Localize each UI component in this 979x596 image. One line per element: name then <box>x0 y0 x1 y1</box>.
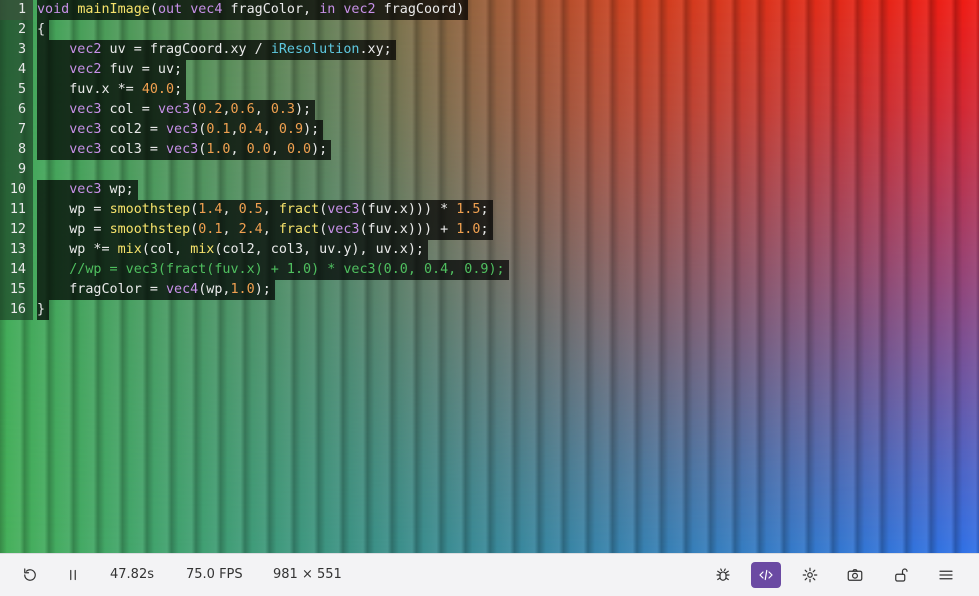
pause-button[interactable] <box>58 562 88 588</box>
line-code: vec3 col = vec3(0.2,0.6, 0.3); <box>37 100 316 120</box>
line-number: 16 <box>9 302 26 317</box>
screenshot-button[interactable] <box>840 562 870 588</box>
line-number: 13 <box>9 242 26 257</box>
line-code: vec2 uv = fragCoord.xy / iResolution.xy; <box>37 40 396 60</box>
line-number: 1 <box>17 2 26 17</box>
line-number: 4 <box>17 62 26 77</box>
line-number: 11 <box>9 202 26 217</box>
settings-button[interactable] <box>795 562 825 588</box>
bug-icon <box>716 568 730 581</box>
line-number: 7 <box>17 122 26 137</box>
line-code: //wp = vec3(fract(fuv.x) + 1.0) * vec3(0… <box>37 260 509 280</box>
code-toggle-button[interactable] <box>751 562 781 588</box>
line-code: vec3 col3 = vec3(1.0, 0.0, 0.0); <box>37 140 332 160</box>
fps-readout: 75.0 FPS <box>186 554 243 596</box>
line-number: 6 <box>17 102 26 117</box>
reset-button[interactable] <box>15 562 45 588</box>
line-code: { <box>37 20 50 40</box>
code-icon <box>759 569 773 581</box>
line-number: 3 <box>17 42 26 57</box>
line-code: vec3 col2 = vec3(0.1,0.4, 0.9); <box>37 120 324 140</box>
line-code: vec3 wp; <box>37 180 138 200</box>
resolution-readout: 981 × 551 <box>273 554 342 596</box>
reset-icon <box>24 568 36 581</box>
camera-icon <box>847 569 863 581</box>
menu-button[interactable] <box>931 562 961 588</box>
line-code: vec2 fuv = uv; <box>37 60 187 80</box>
line-code: fragColor = vec4(wp,1.0); <box>37 280 275 300</box>
line-code: } <box>37 300 50 320</box>
line-code: wp = smoothstep(1.4, 0.5, fract(vec3(fuv… <box>37 200 493 220</box>
line-code: wp *= mix(col, mix(col2, col3, uv.y), uv… <box>37 240 428 260</box>
line-code: void mainImage(out vec4 fragColor, in ve… <box>37 0 469 20</box>
resolution-text: 981 × 551 <box>273 567 342 582</box>
line-number: 10 <box>9 182 26 197</box>
line-code: fuv.x *= 40.0; <box>37 80 187 100</box>
lock-button[interactable] <box>886 562 916 588</box>
line-number: 8 <box>17 142 26 157</box>
status-bar: 47.82s 75.0 FPS 981 × 551 <box>0 553 979 596</box>
line-number: 2 <box>17 22 26 37</box>
time-text: 47.82s <box>110 567 154 582</box>
line-number: 9 <box>17 162 26 177</box>
fps-text: 75.0 FPS <box>186 567 243 582</box>
line-number: 5 <box>17 82 26 97</box>
line-number: 15 <box>9 282 26 297</box>
line-code: wp = smoothstep(0.1, 2.4, fract(vec3(fuv… <box>37 220 493 240</box>
menu-icon <box>939 570 953 580</box>
debug-button[interactable] <box>708 562 738 588</box>
pause-icon <box>70 569 76 581</box>
unlock-icon <box>895 568 908 582</box>
gear-icon <box>802 567 818 583</box>
time-readout: 47.82s <box>110 554 154 596</box>
line-number: 12 <box>9 222 26 237</box>
line-number: 14 <box>9 262 26 277</box>
